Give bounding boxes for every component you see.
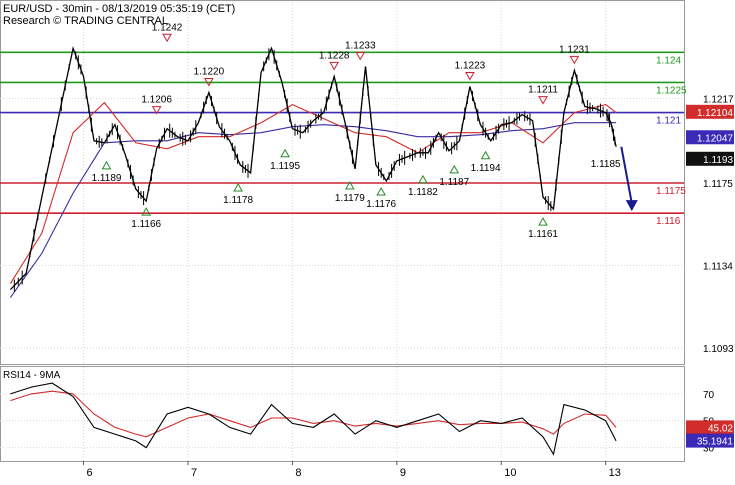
swing-low-label: 1.1182 xyxy=(408,187,438,198)
chart-root: 1.124 1.1225 1.121 1.1175 1.116 1.1242 1.1220… xyxy=(0,0,735,480)
price-tick-label: 1.1093 xyxy=(703,344,734,355)
swing-high-label: 1.1220 xyxy=(194,67,225,78)
forecast-arrow xyxy=(620,146,638,212)
swing-high-label: 1.1206 xyxy=(141,95,172,106)
swing-low-marker xyxy=(449,164,460,174)
level-label: 1.121 xyxy=(656,116,681,127)
swing-high-label: 1.1211 xyxy=(528,85,558,96)
swing-high-marker xyxy=(355,51,366,61)
date-tick-label: 8 xyxy=(295,467,301,479)
price-badge: 1.12104 xyxy=(697,108,734,119)
swing-high-label: 1.1233 xyxy=(345,40,376,51)
swing-low-label: 1.1178 xyxy=(223,195,253,206)
swing-low-label: 1.1176 xyxy=(366,199,396,210)
forecast-arrow-head xyxy=(625,200,638,212)
price-badge: 1.1193 xyxy=(703,155,733,166)
swing-high-marker xyxy=(329,61,340,71)
swing-high-label: 1.1228 xyxy=(319,50,350,61)
swing-high-label: 1.1223 xyxy=(455,60,486,71)
swing-low-marker xyxy=(418,174,428,184)
swing-low-marker xyxy=(280,148,290,158)
level-label: 1.1175 xyxy=(656,186,686,197)
swing-low-label: 1.1187 xyxy=(439,177,469,188)
swing-high-marker xyxy=(162,33,172,43)
date-tick-label: 6 xyxy=(87,467,93,479)
level-label: 1.124 xyxy=(656,55,681,66)
level-label: 1.1225 xyxy=(656,85,687,96)
swing-low-label: 1.1161 xyxy=(528,229,558,240)
rsi-tick-label: 70 xyxy=(703,390,715,401)
price-line xyxy=(9,45,617,291)
price-tick-label: 1.1175 xyxy=(703,179,733,190)
swing-low-label: 1.1179 xyxy=(335,193,365,204)
price-tick-label: 1.1134 xyxy=(703,261,733,272)
date-tick-label: 9 xyxy=(400,467,406,479)
swing-note-label: 1.1185 xyxy=(591,159,621,170)
forecast-arrow-shaft xyxy=(620,146,633,204)
swing-high-marker xyxy=(569,55,580,65)
ma-slow-line xyxy=(9,122,617,298)
swing-low-label: 1.1195 xyxy=(270,161,300,172)
moving-averages xyxy=(9,101,617,298)
price-badge: 1.12047 xyxy=(697,133,734,144)
chart-subtitle: Research © TRADING CENTRAL xyxy=(3,15,168,27)
rsi-title: RSI14 - 9MA xyxy=(3,370,61,381)
swing-low-marker xyxy=(101,160,112,170)
grid-layer xyxy=(0,2,684,461)
swing-low-marker xyxy=(233,182,243,192)
swing-low-marker xyxy=(141,207,152,216)
price-series xyxy=(9,45,617,292)
chart-title: EUR/USD - 30min - 08/13/2019 05:35:19 (C… xyxy=(3,3,235,15)
chart-canvas: 1.1241.12251.1211.11751.116 1.12421.1220… xyxy=(0,0,734,479)
swing-low-label: 1.1189 xyxy=(92,173,122,184)
swing-high-marker xyxy=(538,96,548,105)
rsi-badge: 45.02 xyxy=(708,423,733,434)
swing-low-label: 1.1166 xyxy=(131,219,161,230)
rsi-badge: 35.1941 xyxy=(697,437,734,448)
price-tick-label: 1.1217 xyxy=(703,95,734,106)
date-tick-label: 10 xyxy=(504,467,516,479)
date-tick-label: 13 xyxy=(609,467,621,479)
swing-low-marker xyxy=(376,186,387,196)
date-tick-label: 7 xyxy=(191,467,197,479)
swing-high-label: 1.1231 xyxy=(559,44,590,55)
level-label: 1.116 xyxy=(656,216,681,227)
swing-low-marker xyxy=(538,217,548,226)
swing-low-label: 1.1194 xyxy=(471,163,501,174)
swing-high-marker xyxy=(465,71,475,81)
swing-low-marker xyxy=(480,150,491,160)
